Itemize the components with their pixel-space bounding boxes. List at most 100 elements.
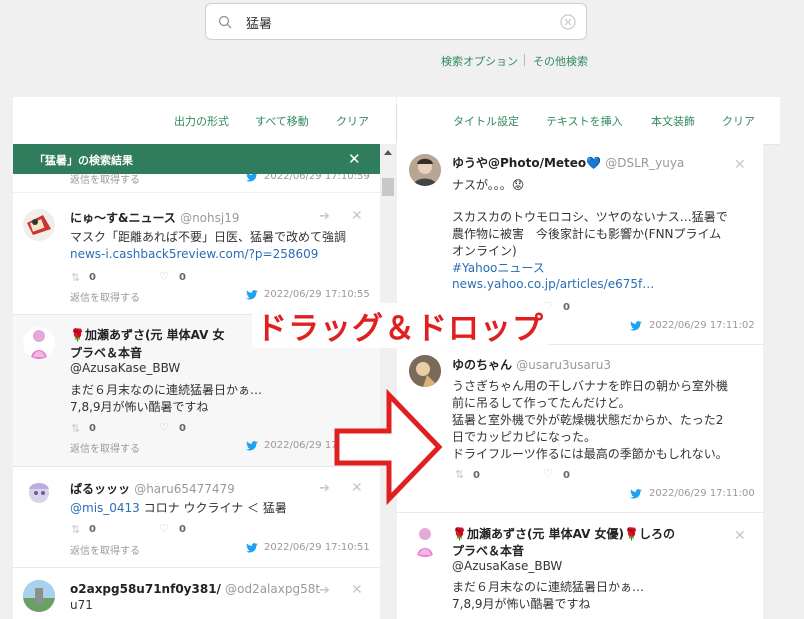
left-toolbar: 出力の形式 すべて移動 クリア — [13, 97, 396, 145]
like-icon[interactable]: ♡ — [159, 421, 169, 434]
like-count: 0 — [179, 272, 186, 283]
avatar[interactable] — [23, 580, 55, 612]
clear-search-icon[interactable] — [560, 14, 576, 30]
tweet-card[interactable]: 🌹加瀬あずさ(元 単体AV 女優)🌹しろの ✕ プラベ＆本音 @AzusaKas… — [397, 513, 763, 619]
tweet-text: ナスが。。。😟 — [452, 178, 525, 192]
tweet-text: 前に吊るして作ってたんだけど。 — [452, 396, 631, 410]
tweet-text: ドライフルーツ作るには最高の季節かもしれない。 — [452, 447, 728, 461]
twitter-icon — [630, 321, 642, 331]
like-icon[interactable]: ♡ — [543, 467, 553, 480]
close-icon[interactable]: ✕ — [351, 208, 363, 224]
author-name: 🌹加瀬あずさ(元 単体AV 女 — [70, 328, 225, 342]
move-arrow-icon[interactable]: ➔ — [319, 209, 330, 224]
tweet-card[interactable]: o2axpg58u71nf0y381/ @od2alaxpg58t u71 ➔ … — [13, 568, 380, 619]
tweet-link[interactable]: news.yahoo.co.jp/articles/e675f… — [452, 276, 654, 293]
insert-text-button[interactable]: テキストを挿入 — [546, 113, 623, 129]
author-handle: @usaru3usaru3 — [516, 358, 611, 372]
tweet-link[interactable]: news-i.cashback5review.com/?p=258609 — [70, 246, 318, 263]
twitter-icon — [246, 543, 258, 553]
tweet-text: オンライン) — [452, 244, 517, 258]
move-arrow-icon[interactable]: ➔ — [319, 583, 330, 598]
tweet-text: マスク「距離あれば不要」日医、猛暑で改めて強調 — [70, 230, 347, 244]
like-icon[interactable]: ♡ — [159, 270, 169, 283]
search-icon — [218, 15, 232, 29]
avatar[interactable] — [23, 209, 55, 241]
scroll-up-arrow-icon[interactable] — [384, 150, 392, 155]
tweet-text-body: コロナ ウクライナ ＜ 猛暑 — [139, 501, 287, 515]
tweet-text: 7,8,9月が怖い酷暑ですね — [452, 597, 591, 611]
move-all-button[interactable]: すべて移動 — [255, 113, 309, 129]
get-replies-link[interactable]: 返信を取得する — [70, 542, 140, 557]
tweet-text: 7,8,9月が怖い酷暑ですね — [70, 400, 209, 414]
avatar[interactable] — [23, 327, 55, 359]
title-setting-button[interactable]: タイトル設定 — [453, 113, 519, 129]
divider — [524, 54, 525, 66]
author-name: ゆうや@Photo/Meteo💙 @DSLR_yuya — [452, 154, 684, 171]
retweet-icon[interactable]: ⇅ — [71, 271, 80, 284]
tweet-card: 返信を取得する 2022/06/29 17:10:59 — [13, 171, 380, 192]
avatar[interactable] — [409, 525, 441, 557]
tweet-text: 農作物に被害 今後家計にも影響か(FNNプライム — [452, 227, 722, 241]
retweet-icon[interactable]: ⇅ — [455, 468, 464, 481]
author-name: ぱるッッッ @haru65477479 — [70, 480, 235, 497]
tweet-card[interactable]: ぱるッッッ @haru65477479 ➔ ✕ @mis_0413 コロナ ウク… — [13, 467, 380, 568]
timestamp: 2022/06/29 17:11:00 — [649, 488, 755, 499]
search-input[interactable]: 猛暑 — [246, 13, 272, 32]
scrollbar[interactable] — [380, 144, 396, 619]
search-box[interactable]: 猛暑 — [205, 3, 587, 40]
author-handle: @AzusaKase_BBW — [70, 361, 181, 375]
like-icon[interactable]: ♡ — [159, 522, 169, 535]
avatar[interactable] — [23, 479, 55, 511]
author-name-text: ゆうや@Photo/Meteo💙 — [452, 156, 602, 170]
timestamp: 2022/06/29 17:10:51 — [264, 542, 370, 553]
retweet-count: 0 — [89, 272, 96, 283]
get-replies-link[interactable]: 返信を取得する — [70, 440, 140, 455]
author-handle: @haru65477479 — [134, 482, 235, 496]
author-handle: @DSLR_yuya — [605, 156, 685, 170]
like-count: 0 — [179, 423, 186, 434]
tweet-card[interactable]: ゆのちゃん @usaru3usaru3 うさぎちゃん用の干しバナナを昨日の朝から… — [397, 345, 763, 513]
get-replies-link[interactable]: 返信を取得する — [70, 289, 140, 304]
author-name: にゅ〜す&ニュース @nohsj19 — [70, 209, 239, 226]
drag-and-drop-label: ドラッグ＆ドロップ — [252, 303, 548, 348]
divider — [396, 104, 397, 142]
close-icon[interactable]: ✕ — [734, 157, 746, 173]
author-name-text: o2axpg58u71nf0y381/ — [70, 582, 221, 596]
avatar[interactable] — [409, 355, 441, 387]
decorate-button[interactable]: 本文装飾 — [651, 113, 695, 129]
close-results-icon[interactable]: ✕ — [348, 150, 361, 168]
avatar[interactable] — [409, 154, 441, 186]
move-arrow-icon[interactable]: ➔ — [319, 481, 330, 496]
clear-left-button[interactable]: クリア — [336, 113, 369, 129]
retweet-count: 0 — [89, 524, 96, 535]
right-toolbar: タイトル設定 テキストを挿入 本文装飾 クリア — [397, 97, 780, 145]
retweet-count: 0 — [473, 470, 480, 481]
timestamp: 2022/06/29 17:11:02 — [649, 320, 755, 331]
tweet-text: まだ６月末なのに連続猛暑日かぁ… — [70, 383, 263, 397]
author-name-cont: プラベ＆本音 — [452, 544, 525, 558]
close-icon[interactable]: ✕ — [734, 528, 746, 544]
tweet-text: うさぎちゃん用の干しバナナを昨日の朝から室外機 — [452, 379, 729, 393]
tweet-text: まだ６月末なのに連続猛暑日かぁ… — [452, 580, 645, 594]
search-options-link[interactable]: 検索オプション — [441, 53, 518, 69]
results-title: 「猛暑」の検索結果 — [34, 154, 133, 167]
mention-link[interactable]: @mis_0413 — [70, 501, 140, 515]
author-name: o2axpg58u71nf0y381/ @od2alaxpg58t — [70, 582, 320, 596]
retweet-icon[interactable]: ⇅ — [71, 523, 80, 536]
author-name: ゆのちゃん @usaru3usaru3 — [452, 356, 611, 373]
results-header: 「猛暑」の検索結果 ✕ — [13, 144, 380, 174]
tweet-text: 日でカッピカピになった。 — [452, 430, 597, 444]
author-handle-cont: u71 — [70, 598, 93, 612]
scrollbar-thumb[interactable] — [382, 178, 394, 196]
drag-arrow-icon — [334, 389, 443, 505]
author-name-cont: プラベ＆本音 — [70, 346, 143, 360]
other-search-link[interactable]: その他検索 — [533, 53, 588, 69]
author-name-text: ぱるッッッ — [70, 482, 131, 496]
tweet-card[interactable]: にゅ〜す&ニュース @nohsj19 ➔ ✕ マスク「距離あれば不要」日医、猛暑… — [13, 193, 380, 315]
clear-right-button[interactable]: クリア — [722, 113, 755, 129]
hashtag-link[interactable]: #Yahooニュース — [452, 260, 545, 277]
output-format-button[interactable]: 出力の形式 — [174, 113, 229, 129]
retweet-icon[interactable]: ⇅ — [71, 422, 80, 435]
close-icon[interactable]: ✕ — [351, 582, 363, 598]
author-handle: @nohsj19 — [180, 211, 240, 225]
